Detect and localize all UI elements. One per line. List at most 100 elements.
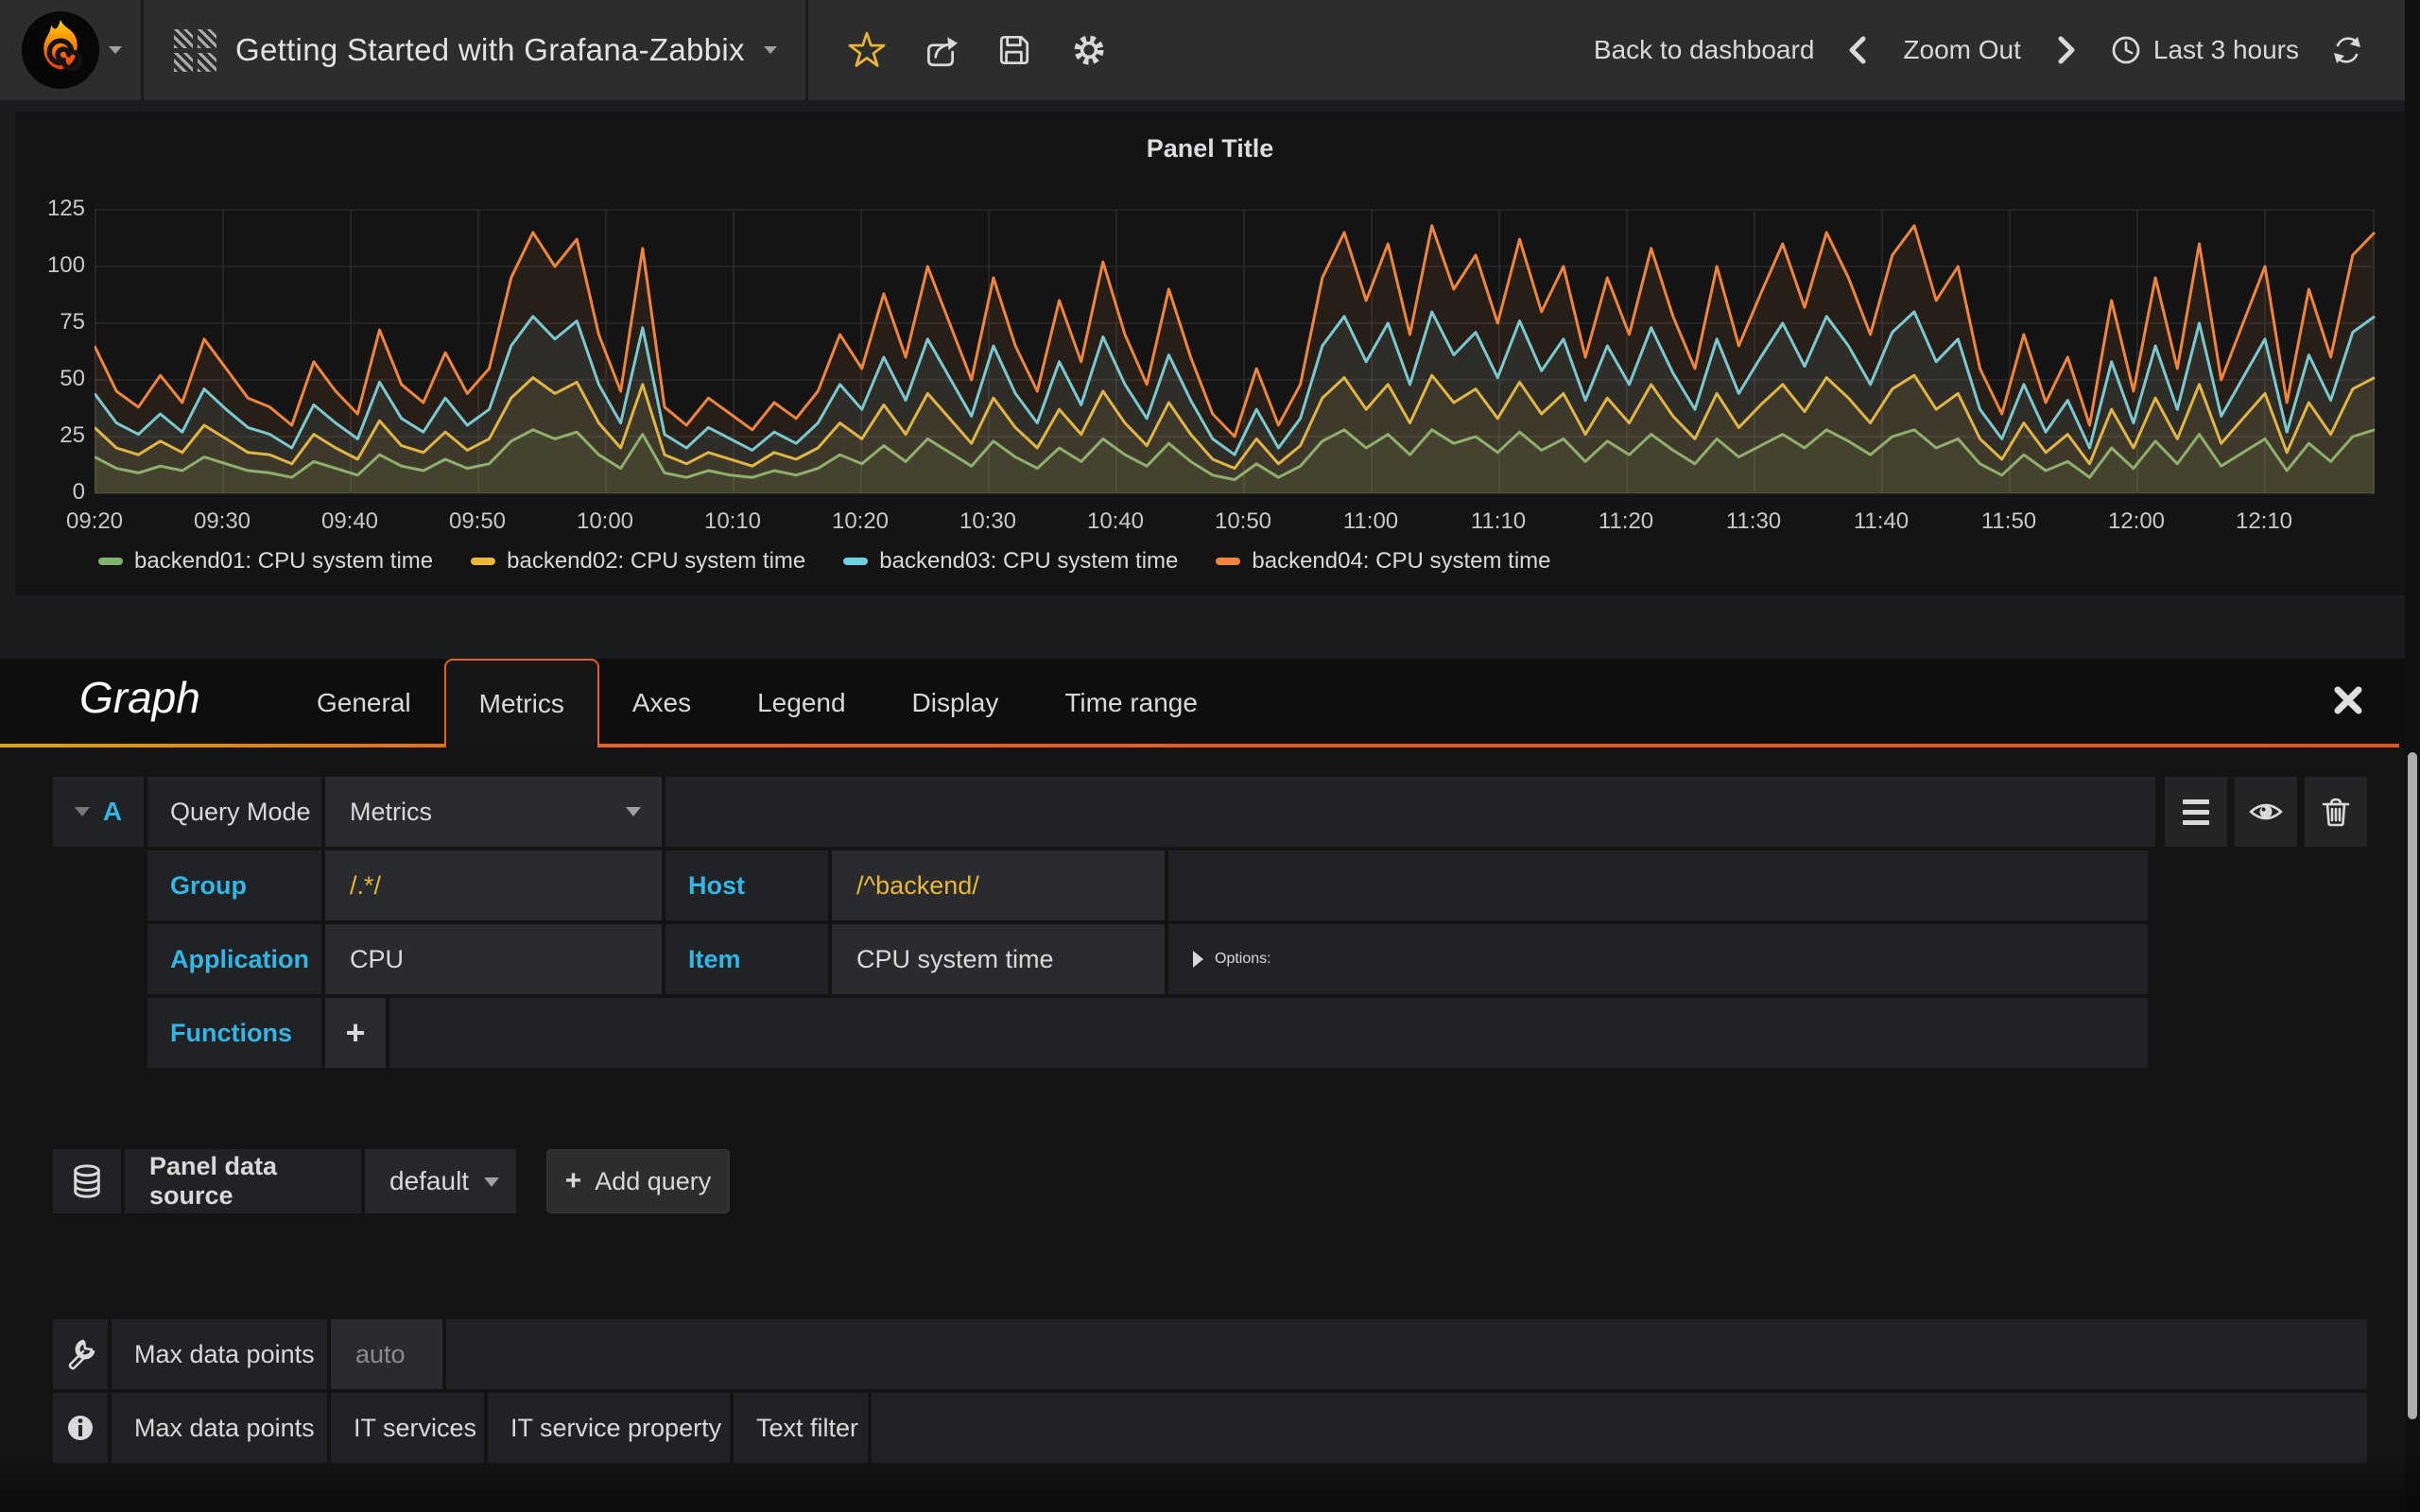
max-data-points-label: Max data points — [112, 1319, 327, 1389]
host-label: Host — [666, 850, 828, 920]
navbar-right: Back to dashboard Zoom Out Last 3 hours — [1594, 32, 2420, 68]
close-editor-button[interactable] — [2329, 681, 2367, 719]
application-input[interactable]: CPU — [325, 924, 662, 994]
y-tick-label: 100 — [21, 251, 85, 280]
x-tick-label: 10:30 — [945, 508, 1030, 535]
graph-panel: Panel Title 1251007550250 09:2009:3009:4… — [15, 112, 2405, 595]
database-icon — [70, 1163, 104, 1199]
datasource-select[interactable]: default — [365, 1149, 516, 1213]
dashboard-title: Getting Started with Grafana-Zabbix — [235, 32, 745, 68]
y-tick-label: 25 — [21, 421, 85, 450]
navbar-divider — [805, 0, 808, 100]
legend-item[interactable]: backend01: CPU system time — [98, 548, 433, 575]
chevron-down-icon — [484, 1177, 499, 1187]
legend-color-dash — [843, 558, 868, 565]
tab-legend[interactable]: Legend — [724, 659, 878, 747]
time-shift-forward-button[interactable] — [2051, 34, 2080, 66]
time-series-plot[interactable] — [95, 209, 2377, 496]
add-function-button[interactable]: + — [325, 998, 386, 1068]
settings-button[interactable] — [1069, 30, 1109, 70]
add-query-label: Add query — [595, 1167, 711, 1196]
help-item[interactable]: Max data points — [112, 1393, 327, 1463]
functions-label: Functions — [147, 998, 321, 1068]
options-label: Options: — [1215, 951, 1271, 968]
query-mode-value: Metrics — [350, 798, 432, 827]
item-input[interactable]: CPU system time — [832, 924, 1165, 994]
dashboard-title-dropdown[interactable]: Getting Started with Grafana-Zabbix — [174, 29, 777, 72]
panel-title[interactable]: Panel Title — [15, 134, 2405, 163]
legend-item[interactable]: backend03: CPU system time — [843, 548, 1178, 575]
legend-label: backend03: CPU system time — [879, 548, 1178, 575]
share-icon — [922, 31, 959, 69]
x-tick-label: 12:00 — [2094, 508, 2179, 535]
editor-tabs: General Metrics Axes Legend Display Time… — [284, 659, 1231, 747]
x-tick-label: 10:20 — [818, 508, 903, 535]
chevron-right-icon — [1193, 951, 1203, 968]
query-row-functions: Functions + — [53, 998, 2367, 1068]
panel-type-title: Graph — [79, 672, 200, 723]
legend-item[interactable]: backend02: CPU system time — [471, 548, 805, 575]
trash-icon — [2317, 793, 2355, 831]
add-query-button[interactable]: + Add query — [546, 1149, 730, 1213]
tab-axes[interactable]: Axes — [599, 659, 724, 747]
datasource-label: Panel data source — [125, 1149, 361, 1213]
host-input[interactable]: /^backend/ — [832, 850, 1165, 920]
query-collapse-toggle[interactable]: A — [53, 777, 144, 847]
legend-label: backend04: CPU system time — [1252, 548, 1550, 575]
row-filler — [1168, 850, 2148, 920]
share-button[interactable] — [922, 31, 959, 69]
x-tick-label: 09:50 — [435, 508, 520, 535]
clock-icon — [2110, 34, 2142, 66]
query-row-group-host: Group /.*/ Host /^backend/ — [53, 850, 2367, 920]
row-filler — [446, 1319, 2367, 1389]
help-item[interactable]: IT service property — [488, 1393, 730, 1463]
zoom-out-button[interactable]: Zoom Out — [1903, 35, 2020, 65]
query-mode-select[interactable]: Metrics — [325, 777, 662, 847]
tab-time-range[interactable]: Time range — [1031, 659, 1231, 747]
query-row-application-item: Application CPU Item CPU system time Opt… — [53, 924, 2367, 994]
group-input[interactable]: /.*/ — [325, 850, 662, 920]
x-tick-label: 09:30 — [180, 508, 265, 535]
chevron-right-icon — [2051, 34, 2080, 66]
grafana-logo-icon — [20, 9, 101, 91]
refresh-button[interactable] — [2329, 32, 2365, 68]
grafana-menu-button[interactable] — [0, 0, 144, 100]
legend-label: backend02: CPU system time — [507, 548, 805, 575]
x-tick-label: 11:40 — [1839, 508, 1924, 535]
query-row-mode: A Query Mode Metrics — [53, 777, 2367, 847]
y-tick-label: 0 — [21, 478, 85, 507]
legend-color-dash — [471, 558, 495, 565]
save-icon — [995, 31, 1033, 69]
tab-display[interactable]: Display — [879, 659, 1032, 747]
max-data-points-input[interactable]: auto — [331, 1319, 442, 1389]
star-button[interactable] — [848, 31, 886, 69]
x-tick-label: 11:30 — [1711, 508, 1796, 535]
tab-general[interactable]: General — [284, 659, 444, 747]
chevron-down-icon — [626, 807, 641, 816]
time-range-picker[interactable]: Last 3 hours — [2110, 34, 2299, 66]
plus-icon: + — [565, 1165, 582, 1197]
help-item[interactable]: Text filter — [734, 1393, 868, 1463]
panel-options-rows: Max data points auto Max data points IT … — [53, 1319, 2367, 1463]
back-to-dashboard-button[interactable]: Back to dashboard — [1594, 35, 1815, 65]
editor-header: Graph General Metrics Axes Legend Displa… — [0, 659, 2420, 747]
chevron-left-icon — [1844, 34, 1873, 66]
save-button[interactable] — [995, 31, 1033, 69]
tab-metrics[interactable]: Metrics — [444, 659, 599, 747]
time-shift-back-button[interactable] — [1844, 34, 1873, 66]
panel-editor: Graph General Metrics Axes Legend Displa… — [0, 659, 2420, 1512]
legend-color-dash — [1216, 558, 1240, 565]
query-delete-button[interactable] — [2305, 777, 2367, 847]
chevron-down-icon — [764, 46, 777, 54]
help-item[interactable]: IT services — [331, 1393, 484, 1463]
x-tick-label: 10:10 — [690, 508, 775, 535]
wrench-icon — [64, 1338, 96, 1370]
options-toggle[interactable]: Options: — [1168, 924, 2148, 994]
options-icon-cell — [53, 1319, 108, 1389]
page-scrollbar-thumb[interactable] — [2408, 752, 2417, 1419]
query-toggle-visibility-button[interactable] — [2235, 777, 2297, 847]
query-menu-button[interactable] — [2165, 777, 2227, 847]
info-icon — [65, 1413, 95, 1443]
legend-item[interactable]: backend04: CPU system time — [1216, 548, 1550, 575]
eye-icon — [2247, 793, 2285, 831]
